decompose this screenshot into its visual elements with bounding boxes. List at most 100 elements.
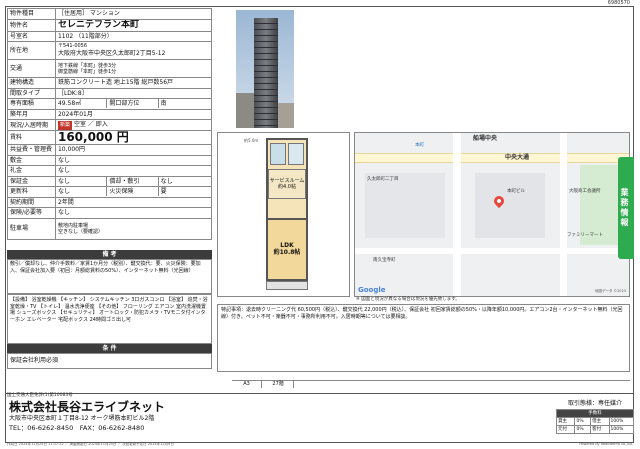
info-value: セレニテフラン本町 [54,18,213,32]
company-name: 株式会社長谷エライブネット [9,400,166,414]
business-info-tab[interactable]: 業務情報 [618,157,634,259]
fee-cell: 0% [574,417,592,426]
info-value-text: 1102 （11階部分） [57,32,113,40]
info-label: 駐車場 [7,217,56,240]
map-avenue-west [453,133,461,296]
info-value-text: なし [57,209,70,217]
info-label: 契約期間 [7,196,56,208]
info-value-text: 2年間 [57,198,74,206]
info-value-text: 鉄筋コンクリート造 地上15階 総戸数56戸 [57,79,174,87]
info-value-text: なし [57,167,70,175]
map-label-honmachi: 本町 [415,143,424,148]
info-value: 1102 （11階部分） [54,30,213,42]
info-row: 共益費・管理費 10,000円 [7,144,213,156]
info-value: 新築 空室 ／ 即入 [54,119,213,131]
photo-tower [254,18,278,128]
info-label: 建物構造 [7,77,56,89]
postal-code: 〒541-0056 [57,43,88,49]
info-label: 所在地 [7,41,56,60]
info-split-mid-k: 償却・敷引 [106,176,157,186]
info-label: 共益費・管理費 [7,144,56,156]
info-value: 地下鉄線「本町」徒歩3分 御堂筋線「本町」徒歩1分 [54,59,213,78]
map-main-road [355,153,629,163]
print-date: 作成日 2024年11月25日 11:37:22 ／ 掲載開始日 2024年11… [7,442,174,446]
info-label: 築年月 [7,108,56,120]
map-label-chamber: 大阪商工会議所 [569,189,601,194]
info-row: 契約期間 2年間 [7,196,213,208]
remarks-strip-floors: 27階 [264,381,294,388]
property-info-table: 物件種目 ［住居用］ マンション 物件名 セレニテフラン本町 号室名 1102 （11階部… [7,8,213,240]
info-value: なし 火災保険要 [54,186,213,198]
info-split-mid-v: 要 [157,187,209,197]
info-value: 2024年01月 [54,108,213,120]
info-split-mid-v: 南 [157,99,209,109]
info-row: 建物構造 鉄筋コンクリート造 地上15階 総戸数56戸 [7,77,213,89]
map-avenue-east [560,133,567,296]
info-row: 物件名 セレニテフラン本町 [7,18,213,32]
fee-cell: 借主 [590,417,610,426]
info-value-text: 大阪府大阪市中央区久太郎町2丁目5-12 [57,50,166,57]
info-split-mid-k: 火災保険 [106,187,157,197]
info-value-text: 10,000円 [57,146,85,154]
info-value: 2年間 [54,196,213,208]
floorplan-dimension: 約5.0m [244,138,259,143]
info-label: 交通 [7,59,56,78]
photo-neighbor-left [236,93,254,128]
info-value-text: 2024年01月 [57,110,93,118]
info-label: 間取タイプ [7,87,56,99]
info-row: 専有面積 49.58㎡ 開口部方位南 [7,98,213,110]
info-split-mid-v: なし [157,176,209,186]
floor-plan[interactable]: 約5.0m サービスルーム 約4.0帖 LDK 約10.8帖 [217,132,350,297]
info-row: 交通 地下鉄線「本町」徒歩3分 御堂筋線「本町」徒歩1分 [7,59,213,78]
info-value-text: ［住居用］ マンション [57,10,120,18]
fee-cell: 貸主 [555,417,576,426]
deal-type: 取引態様：専任媒介 [567,400,622,407]
info-row: 号室名 1102 （11階部分） [7,30,213,42]
map-street [355,248,629,254]
conditions-text: 保証会社利用必須 [7,353,212,369]
info-value: ［住居用］ マンション [54,8,213,20]
info-label: 号室名 [7,30,56,42]
info-label: 更新料 [7,186,56,198]
info-row: 駐車場 敷地内駐車場 空きなし（要確認） [7,217,213,240]
info-row: 礼金 なし [7,165,213,177]
info-split-v: なし [57,188,70,196]
info-value: なし [54,154,213,166]
floorplan-service-room: サービスルーム 約4.0帖 [268,169,306,199]
conditions-header: 条 件 [7,344,212,353]
license-number: 国土交通大臣免許(1)第10083号 [7,393,73,398]
map-label-building: 本町ビル [507,189,525,194]
map-block-west [365,173,445,238]
building-photo[interactable] [236,10,294,128]
info-value: なし [54,165,213,177]
info-label: 専有面積 [7,98,56,110]
bikou-text: 敷引／償却なし、仲介手数料／家賃1か月分（税別）、鍵交換代：要、火災保険：要加入… [7,259,212,294]
location-map[interactable]: 船場中央 中央大通 本町 久太郎町二丁目 本町ビル 南久宝寺町 大阪商工会議所 … [354,132,630,297]
info-value: ［LDK:8］ [54,87,213,99]
map-label-station: 船場中央 [473,135,498,142]
fee-cell: 元付 [555,425,576,434]
special-remarks: 特記事項：退去時クリーニング代 60,500円（税込）、鍵交換代 22,000円… [217,304,630,372]
info-value: 鉄筋コンクリート造 地上15階 総戸数56戸 [54,77,213,89]
info-row: 更新料 なし 火災保険要 [7,186,213,198]
info-row: 物件種目 ［住居用］ マンション [7,8,213,20]
fee-cell: 客付 [590,425,610,434]
info-value: 49.58㎡ 開口部方位南 [54,98,213,110]
info-row: 敷金 なし [7,154,213,166]
info-value: なし [54,207,213,219]
info-label: 賃料 [7,130,56,145]
info-split-v: なし [57,177,70,185]
company-phone: TEL：06-6262-8450 FAX：06-6262-8480 [9,424,145,432]
map-label-store: ファミリーマート [567,233,603,238]
floorplan-bathroom [270,143,286,165]
powered-by: Powered by RealNetPro co.,ltd. [579,442,633,446]
map-label-district: 久太郎町二丁目 [367,177,399,182]
info-value-text: ［LDK:8］ [57,89,88,97]
info-value-text: なし [57,156,70,164]
info-row: 保険/必要等 なし [7,207,213,219]
info-row: 現況/入居時期 新築 空室 ／ 即入 [7,119,213,131]
info-label: 保険/必要等 [7,207,56,219]
floorplan-ldk: LDK 約10.8帖 [266,218,308,281]
map-label-minami: 南久宝寺町 [373,258,396,263]
ldk-size: 約10.8帖 [273,249,301,256]
